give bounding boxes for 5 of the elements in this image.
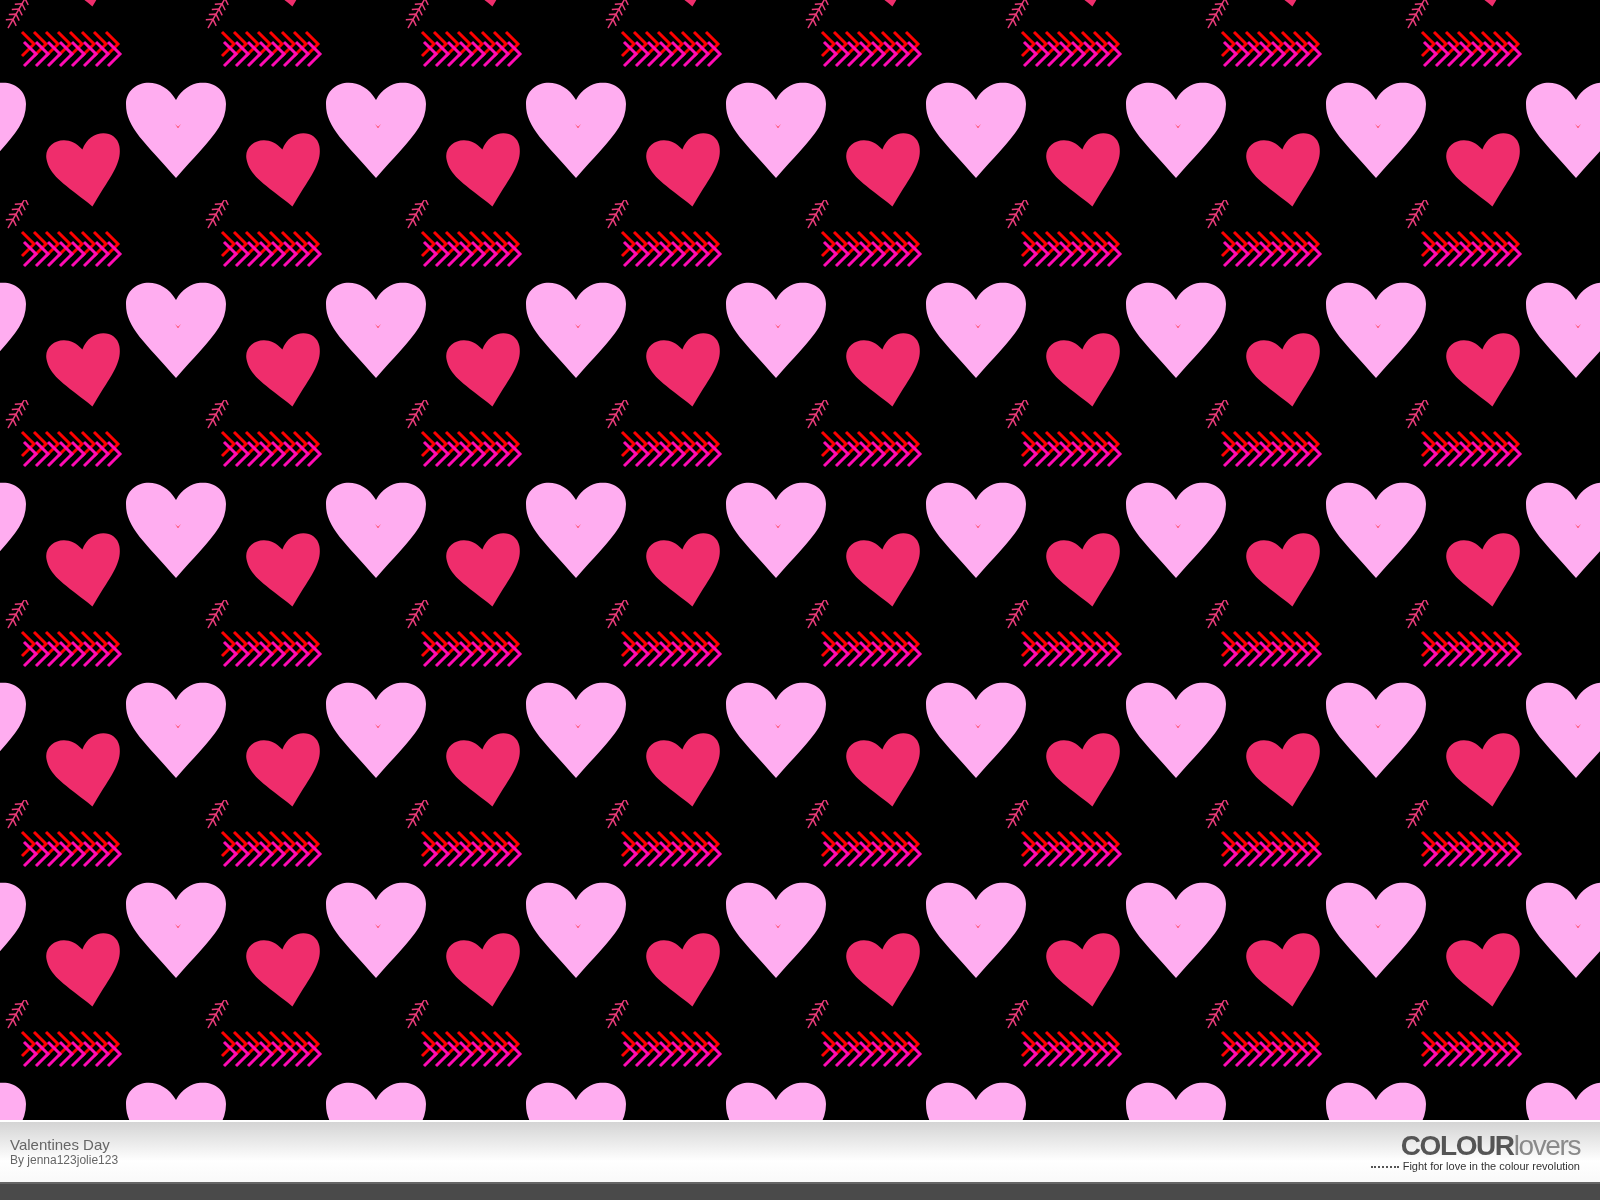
pattern-title: Valentines Day: [10, 1136, 111, 1153]
tagline: Fight for love in the colour revolution: [1402, 1160, 1580, 1172]
site-logo: COLOURlovers: [1400, 1132, 1580, 1160]
dotted-line-icon: [1370, 1164, 1399, 1168]
author-byline: By jenna123jolie123: [10, 1153, 119, 1167]
